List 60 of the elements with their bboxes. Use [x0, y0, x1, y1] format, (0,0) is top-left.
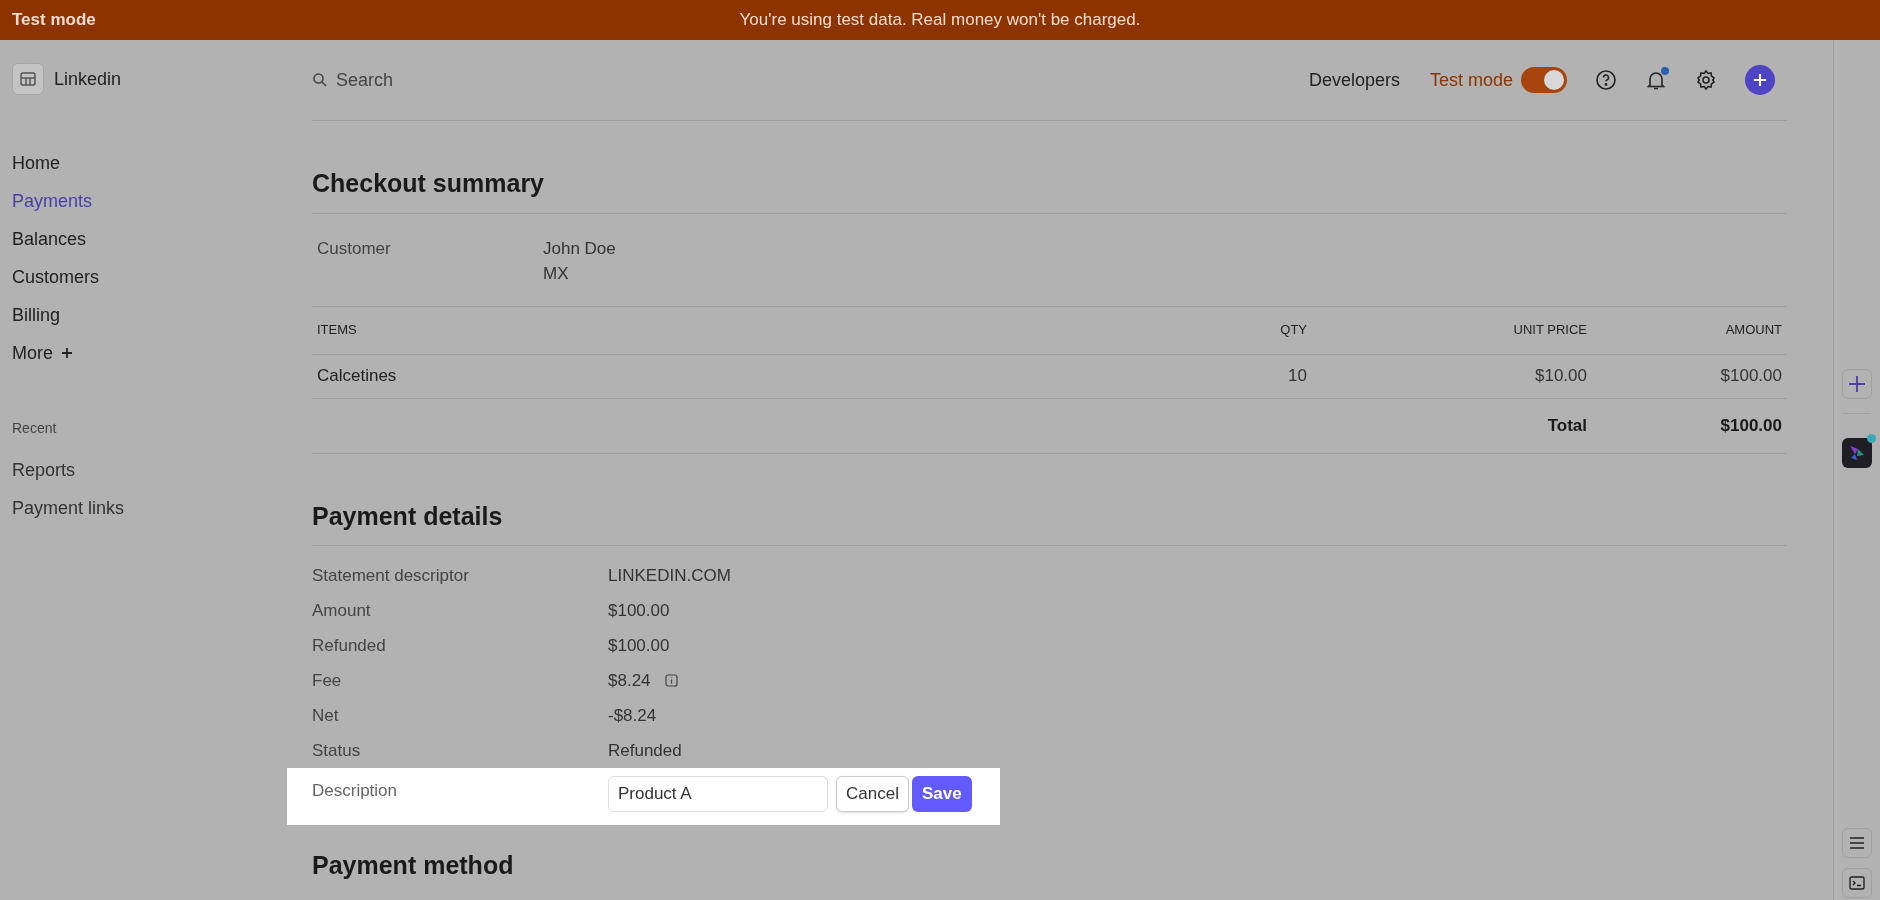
plus-icon [1753, 73, 1767, 87]
recent-heading: Recent [12, 419, 58, 438]
total-label: Total [1547, 414, 1587, 437]
recent-item[interactable]: Payment links [12, 489, 262, 527]
save-button[interactable]: Save [911, 776, 972, 812]
nav-item[interactable]: Home [12, 144, 262, 182]
detail-value: $100.00 [608, 634, 670, 657]
nav-item[interactable]: Payments [12, 182, 262, 220]
help-icon[interactable] [1595, 69, 1617, 91]
test-mode-label: Test mode [1429, 68, 1513, 92]
table-cell-text: Calcetines [317, 365, 398, 388]
customer-value: MX [543, 262, 570, 285]
detail-label: Fee [312, 669, 343, 692]
detail-value: -$8.24 [608, 704, 657, 727]
detail-value: LINKEDIN.COM [608, 564, 731, 587]
description-input[interactable]: Product A [608, 776, 828, 812]
detail-label: Statement descriptor [312, 564, 470, 587]
section-title: Payment method [312, 851, 514, 879]
create-button[interactable] [1745, 65, 1775, 95]
table-cell-text: 10 [1287, 365, 1307, 388]
customer-label: Customer [317, 237, 392, 260]
customer-value: John Doe [543, 237, 616, 260]
column-header: AMOUNT [1724, 321, 1782, 340]
notifications-icon[interactable] [1645, 69, 1667, 91]
banner-message: You're using test data. Real money won't be charged. [739, 9, 1141, 32]
cancel-button[interactable]: Cancel [836, 776, 909, 812]
test-mode-toggle[interactable] [1521, 67, 1567, 93]
plus-icon[interactable] [61, 347, 73, 359]
detail-value: $100.00 [608, 599, 670, 622]
nav-item[interactable]: Balances [12, 220, 262, 258]
account-name[interactable]: Linkedin [54, 65, 122, 93]
nav-item[interactable]: Customers [12, 258, 262, 296]
column-header: ITEMS [317, 321, 358, 340]
section-title: Payment details [312, 501, 503, 530]
search-icon [312, 72, 328, 88]
total-value: $100.00 [1719, 414, 1782, 437]
section-title: Checkout summary [312, 169, 545, 197]
detail-label: Status [312, 739, 362, 762]
menu-icon[interactable] [1842, 828, 1872, 858]
plus-icon [1848, 375, 1866, 393]
recent-item[interactable]: Reports [12, 451, 262, 489]
detail-label: Amount [312, 599, 372, 622]
column-header: UNIT PRICE [1512, 321, 1587, 340]
detail-value: Refunded [608, 739, 682, 762]
nav-more[interactable]: More [12, 339, 53, 367]
table-cell-text: $10.00 [1534, 365, 1587, 388]
developers-link[interactable]: Developers [1308, 66, 1400, 94]
add-app-button[interactable] [1842, 369, 1872, 399]
detail-value: $8.24 [608, 669, 651, 692]
table-cell-text: $100.00 [1719, 365, 1782, 388]
nav-item[interactable]: Billing [12, 296, 262, 334]
mode-label: Test mode [12, 9, 96, 32]
detail-label: Description [312, 780, 399, 802]
terminal-icon[interactable] [1842, 868, 1872, 898]
column-header: QTY [1279, 321, 1307, 340]
detail-label: Refunded [312, 634, 387, 657]
account-logo[interactable] [12, 63, 44, 95]
detail-label: Net [312, 704, 340, 727]
settings-icon[interactable] [1695, 69, 1717, 91]
info-icon[interactable] [664, 674, 678, 687]
